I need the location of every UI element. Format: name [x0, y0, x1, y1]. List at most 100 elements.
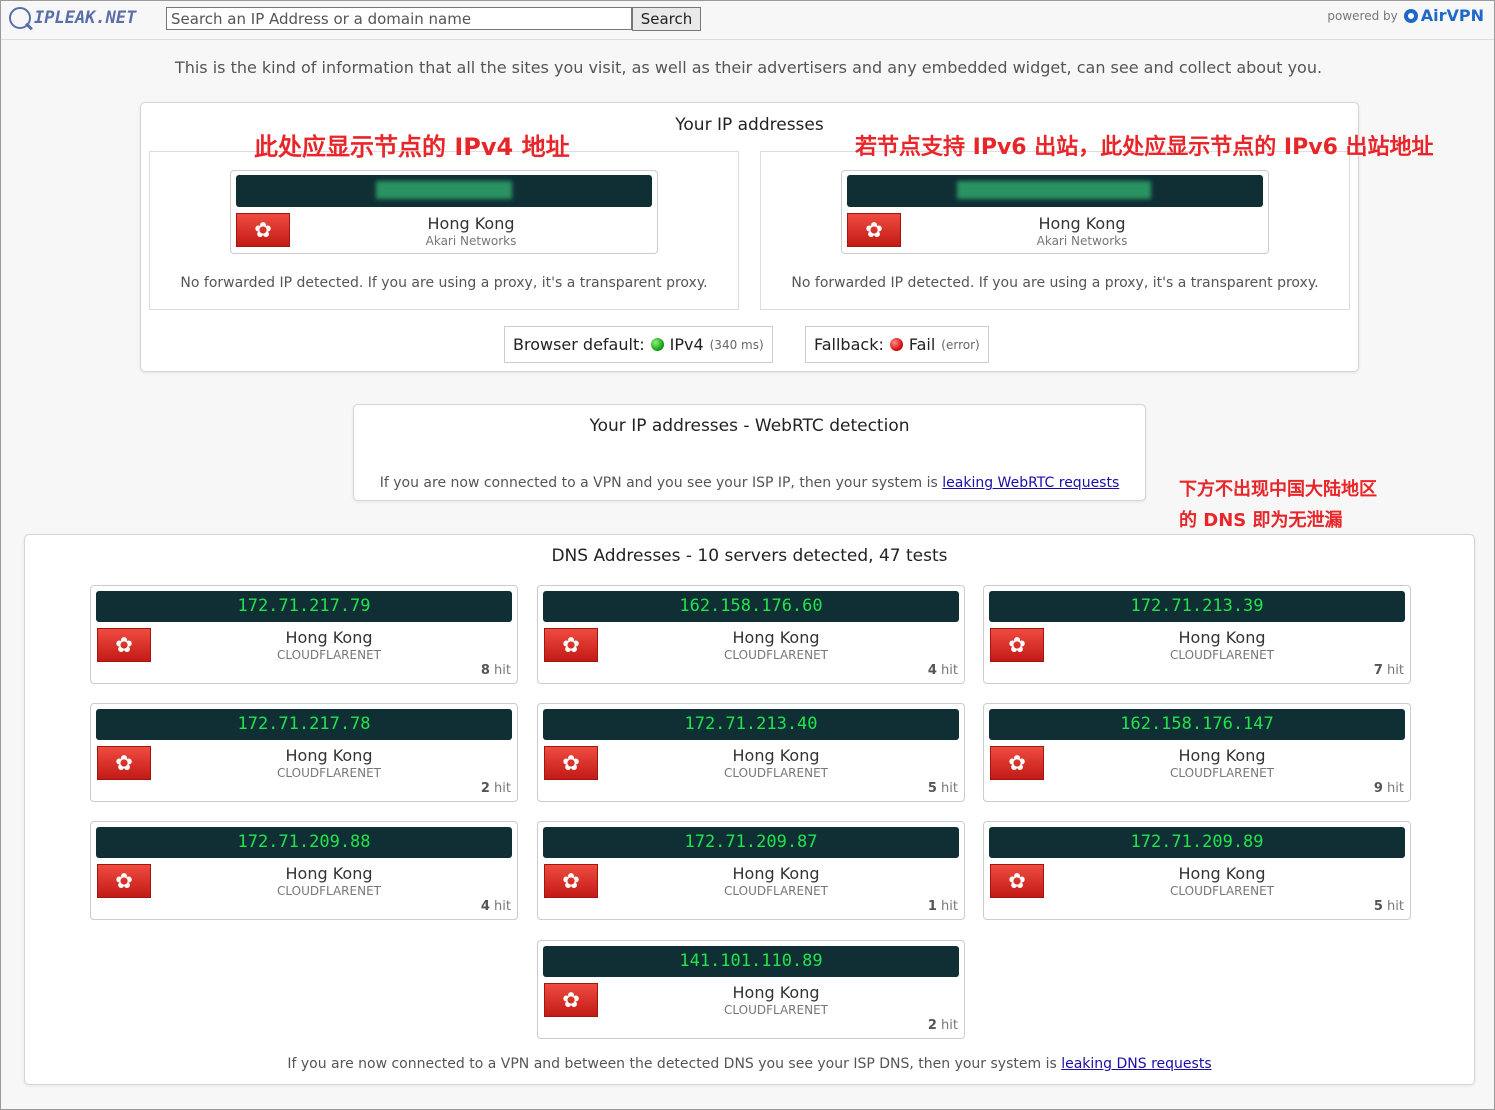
dns-server-box: 172.71.209.87 Hong KongCLOUDFLARENET 1 hit — [537, 821, 965, 920]
dns-hit-count: 5 — [927, 781, 937, 796]
dns-server-isp: CLOUDFLARENET — [277, 766, 381, 780]
dns-server-ip[interactable]: 162.158.176.60 — [543, 591, 959, 622]
browser-default-value: IPv4 — [669, 335, 704, 354]
hong-kong-flag-icon — [544, 864, 598, 898]
ipv4-address-bar — [236, 175, 652, 207]
redacted-ip — [957, 181, 1151, 199]
powered-by-label: powered by — [1327, 8, 1398, 23]
dns-hit-suffix: hit — [1387, 899, 1404, 914]
dns-hit-count: 8 — [480, 663, 490, 678]
webrtc-note-text: If you are now connected to a VPN and yo… — [379, 475, 938, 491]
search-button[interactable]: Search — [632, 7, 701, 31]
dns-server-isp: CLOUDFLARENET — [724, 648, 828, 662]
airvpn-brand[interactable]: AirVPN — [1403, 6, 1484, 25]
dns-server-city: Hong Kong — [732, 864, 820, 883]
fallback-value: Fail — [908, 335, 936, 354]
dns-server-box: 162.158.176.60 Hong KongCLOUDFLARENET 4 hi… — [537, 585, 965, 684]
dns-hit-suffix: hit — [1387, 663, 1404, 678]
dns-note: If you are now connected to a VPN and be… — [25, 1056, 1474, 1072]
dns-server-hits: 5 hit — [1374, 899, 1404, 914]
hong-kong-flag-icon — [544, 628, 598, 662]
redacted-ip — [376, 181, 512, 199]
hong-kong-flag-icon — [97, 864, 151, 898]
dns-title: DNS Addresses - 10 servers detected, 47 … — [551, 546, 948, 566]
status-ok-icon — [650, 338, 664, 351]
dns-server-hits: 4 hit — [481, 899, 511, 914]
dns-server-box: 172.71.209.88 Hong KongCLOUDFLARENET 4 hit — [90, 821, 518, 920]
dns-server-ip[interactable]: 172.71.217.79 — [96, 591, 512, 622]
dns-server-box: 172.71.217.78 Hong KongCLOUDFLARENET 2 hit — [90, 703, 518, 802]
dns-server-ip[interactable]: 172.71.213.40 — [543, 709, 959, 740]
dns-server-city: Hong Kong — [1178, 864, 1266, 883]
dns-hit-count: 4 — [480, 899, 490, 914]
dns-server-hits: 2 hit — [928, 1018, 958, 1033]
dns-server-isp: CLOUDFLARENET — [724, 1003, 828, 1017]
hong-kong-flag-icon — [990, 628, 1044, 662]
dns-server-city: Hong Kong — [1178, 628, 1266, 647]
dns-leak-link[interactable]: leaking DNS requests — [1061, 1056, 1211, 1072]
dns-server-city: Hong Kong — [1178, 746, 1266, 765]
ipv6-isp: Akari Networks — [1036, 234, 1128, 248]
dns-server-ip[interactable]: 172.71.213.39 — [989, 591, 1405, 622]
fallback-status: Fallback: Fail (error) — [805, 326, 989, 363]
logo-text: IPLEAK.NET — [34, 8, 137, 28]
dns-server-isp: CLOUDFLARENET — [277, 648, 381, 662]
intro-text: This is the kind of information that all… — [174, 58, 1323, 77]
dns-hit-count: 1 — [927, 899, 937, 914]
fallback-label: Fallback: — [814, 335, 884, 354]
powered-by[interactable]: powered by AirVPN — [1327, 6, 1484, 25]
dns-server-ip[interactable]: 172.71.209.87 — [543, 827, 959, 858]
browser-default-label: Browser default: — [513, 335, 645, 354]
dns-hit-suffix: hit — [1387, 781, 1404, 796]
dns-server-isp: CLOUDFLARENET — [1170, 766, 1274, 780]
dns-server-city: Hong Kong — [732, 746, 820, 765]
airvpn-logo-icon — [1403, 8, 1418, 23]
dns-server-city: Hong Kong — [285, 628, 373, 647]
dns-server-ip[interactable]: 172.71.209.88 — [96, 827, 512, 858]
dns-server-isp: CLOUDFLARENET — [724, 766, 828, 780]
ipv6-forward-note: No forwarded IP detected. If you are usi… — [791, 275, 1319, 291]
dns-hit-count: 2 — [927, 1018, 937, 1033]
ipv4-forward-note: No forwarded IP detected. If you are usi… — [180, 275, 708, 291]
dns-hit-count: 2 — [480, 781, 490, 796]
dns-server-hits: 7 hit — [1374, 663, 1404, 678]
dns-server-city: Hong Kong — [732, 628, 820, 647]
search-input[interactable] — [166, 7, 632, 30]
dns-hit-count: 4 — [927, 663, 937, 678]
dns-hit-count: 9 — [1373, 781, 1383, 796]
dns-hit-suffix: hit — [941, 663, 958, 678]
status-fail-icon — [889, 338, 903, 351]
site-logo[interactable]: IPLEAK.NET — [9, 7, 136, 29]
dns-server-box: 162.158.176.147 Hong KongCLOUDFLARENET 9 h… — [983, 703, 1411, 802]
hong-kong-flag-icon — [990, 864, 1044, 898]
annotation-ipv6: 若节点支持 IPv6 出站，此处应显示节点的 IPv6 出站地址 — [855, 135, 1434, 160]
ipv4-isp: Akari Networks — [425, 234, 517, 248]
dns-hit-suffix: hit — [941, 899, 958, 914]
ipv6-address-bar — [847, 175, 1263, 207]
dns-server-hits: 4 hit — [928, 663, 958, 678]
dns-hit-suffix: hit — [494, 899, 511, 914]
dns-server-ip[interactable]: 172.71.209.89 — [989, 827, 1405, 858]
dns-server-ip[interactable]: 141.101.110.89 — [543, 946, 959, 977]
ipv6-city: Hong Kong — [1038, 214, 1126, 233]
ipv6-panel: Hong Kong Akari Networks No forwarded IP… — [760, 151, 1350, 310]
annotation-dns-line1: 下方不出现中国大陆地区 — [1179, 479, 1377, 500]
annotation-ipv4: 此处应显示节点的 IPv4 地址 — [254, 133, 570, 161]
dns-addresses-card: DNS Addresses - 10 servers detected, 47 … — [24, 534, 1475, 1085]
webrtc-leak-link[interactable]: leaking WebRTC requests — [942, 475, 1119, 491]
dns-server-ip[interactable]: 172.71.217.78 — [96, 709, 512, 740]
fallback-detail: (error) — [941, 337, 980, 352]
ipv4-address-box: Hong Kong Akari Networks — [230, 170, 658, 254]
webrtc-card: Your IP addresses - WebRTC detection If … — [353, 404, 1146, 501]
dns-server-ip[interactable]: 162.158.176.147 — [989, 709, 1405, 740]
hong-kong-flag-icon — [97, 628, 151, 662]
hong-kong-flag-icon — [990, 746, 1044, 780]
hong-kong-flag-icon — [97, 746, 151, 780]
dns-server-isp: CLOUDFLARENET — [1170, 884, 1274, 898]
dns-server-box: 172.71.209.89 Hong KongCLOUDFLARENET 5 hit — [983, 821, 1411, 920]
browser-default-detail: (340 ms) — [709, 337, 764, 352]
dns-hit-suffix: hit — [941, 1018, 958, 1033]
hong-kong-flag-icon — [236, 213, 290, 247]
dns-hit-suffix: hit — [494, 781, 511, 796]
dns-server-box: 172.71.213.40 Hong KongCLOUDFLARENET 5 hit — [537, 703, 965, 802]
